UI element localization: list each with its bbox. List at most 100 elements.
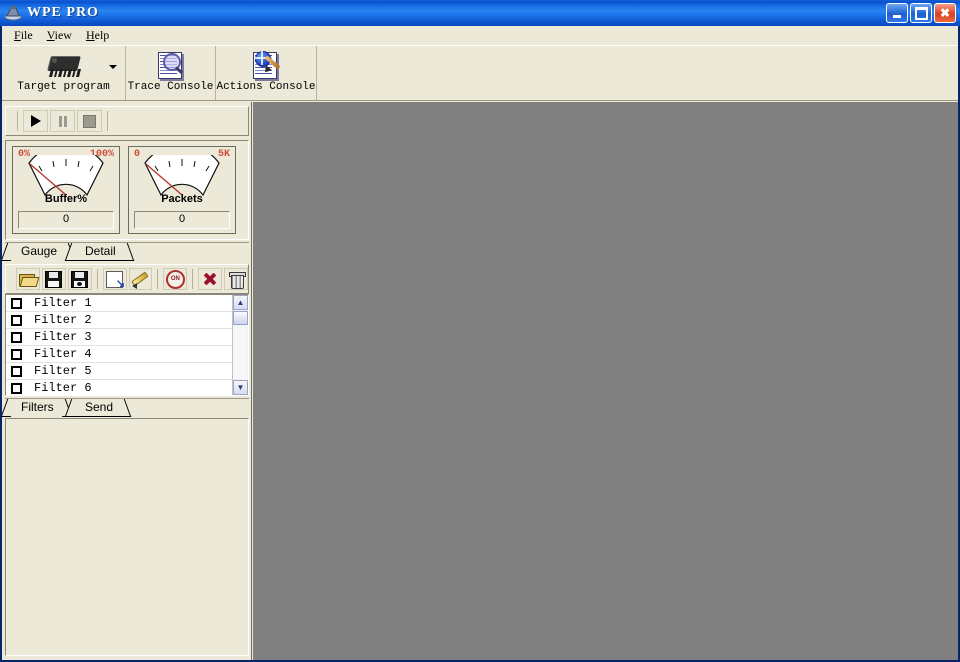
edit-filter-button[interactable] <box>128 268 153 290</box>
menu-view[interactable]: View <box>41 27 80 44</box>
menu-file-rest: ile <box>20 28 33 42</box>
mdi-workspace[interactable] <box>253 102 958 660</box>
filter-checkbox[interactable] <box>11 314 22 326</box>
gauge-packets-value: 0 <box>134 211 230 229</box>
save-as-icon <box>71 270 89 288</box>
minimize-button[interactable] <box>886 3 908 23</box>
list-item[interactable]: Filter 4 <box>6 346 232 363</box>
list-item[interactable]: Filter 2 <box>6 312 232 329</box>
scrollbar-track[interactable] <box>233 326 247 379</box>
filter-label: Filter 2 <box>34 313 92 327</box>
maximize-button[interactable] <box>910 3 932 23</box>
filter-checkbox[interactable] <box>11 348 22 360</box>
toolbar-filler <box>317 46 958 100</box>
tab-gauge[interactable]: Gauge <box>0 243 76 261</box>
delete-filter-button[interactable] <box>224 268 248 290</box>
on-icon: ON <box>165 269 185 289</box>
gauge-tab-strip: Gauge Detail <box>0 242 249 261</box>
filter-checkbox[interactable] <box>11 382 22 394</box>
chip-icon <box>44 49 84 80</box>
menu-bar: File View Help <box>2 26 958 45</box>
toolbar-label-trace-console: Trace Console <box>127 81 214 93</box>
main-toolbar: Target program Trace Console Actions Con… <box>2 45 958 101</box>
actions-console-icon <box>251 49 281 80</box>
capture-toolbar <box>5 106 249 136</box>
start-capture-button[interactable] <box>23 110 48 132</box>
menu-help[interactable]: Help <box>80 27 117 44</box>
tab-filters[interactable]: Filters <box>0 399 72 417</box>
tab-detail[interactable]: Detail <box>64 243 134 261</box>
menu-help-rest: elp <box>94 28 110 42</box>
save-filter-button[interactable] <box>41 268 66 290</box>
window-controls: ✖ <box>886 3 956 23</box>
save-filter-as-button[interactable] <box>67 268 92 290</box>
filter-checkbox[interactable] <box>11 331 22 343</box>
filter-label: Filter 4 <box>34 347 92 361</box>
stop-capture-button[interactable] <box>77 110 102 132</box>
toggle-filter-on-button[interactable]: ON <box>163 268 188 290</box>
filter-label: Filter 1 <box>34 296 92 310</box>
filter-label: Filter 6 <box>34 381 92 395</box>
filters-toolbar-divider-2 <box>157 269 159 289</box>
title-bar: WPE PRO ✖ <box>0 0 960 27</box>
toolbar-label-actions-console: Actions Console <box>216 81 316 93</box>
gauge-buffer-label: Buffer% <box>44 193 88 205</box>
trash-icon <box>228 271 246 289</box>
chevron-up-icon: ▲ <box>236 297 245 307</box>
play-icon <box>30 115 41 127</box>
filter-label: Filter 5 <box>34 364 92 378</box>
chevron-down-icon: ▼ <box>236 382 245 392</box>
filters-tab-strip: Filters Send <box>0 398 249 417</box>
menu-view-accel: V <box>46 28 55 42</box>
bottom-empty-panel <box>5 418 249 656</box>
filter-checkbox[interactable] <box>11 297 22 309</box>
gauge-packets-label: Packets <box>161 193 203 205</box>
menu-file-accel: F <box>14 28 21 42</box>
filters-scrollbar[interactable]: ▲ ▼ <box>232 295 248 395</box>
client-area: File View Help Target program Trace Cons… <box>0 26 958 660</box>
open-filter-button[interactable] <box>16 268 40 290</box>
save-icon <box>45 270 63 288</box>
open-folder-icon <box>19 272 40 287</box>
tab-detail-label: Detail <box>85 244 116 258</box>
toolbar-divider-2 <box>107 111 108 131</box>
import-filter-button[interactable]: ↘ <box>102 268 127 290</box>
toolbar-button-trace-console[interactable]: Trace Console <box>126 46 216 100</box>
scroll-down-button[interactable]: ▼ <box>233 380 248 395</box>
left-dock-panel: 0% 100% Buffer% 0 0 5K Packets 0 Gauge D… <box>0 102 252 660</box>
filters-toolbar-divider <box>96 269 98 289</box>
list-item[interactable]: Filter 1 <box>6 295 232 312</box>
toolbar-button-target-program[interactable]: Target program <box>2 46 126 100</box>
filters-toolbar-divider-3 <box>192 269 194 289</box>
tab-filters-label: Filters <box>21 400 54 414</box>
menu-file[interactable]: File <box>8 27 41 44</box>
toolbar-label-target-program: Target program <box>17 81 110 93</box>
scrollbar-thumb[interactable] <box>233 311 248 325</box>
filters-toolbar: ↘ ON <box>5 264 249 294</box>
red-x-icon <box>203 272 217 286</box>
scroll-up-button[interactable]: ▲ <box>233 295 248 310</box>
tab-gauge-label: Gauge <box>21 244 58 258</box>
gauges-panel: 0% 100% Buffer% 0 0 5K Packets 0 <box>5 140 249 240</box>
stop-icon <box>83 114 96 128</box>
list-item[interactable]: Filter 3 <box>6 329 232 346</box>
tab-send[interactable]: Send <box>64 399 132 417</box>
gauge-packets: 0 5K Packets 0 <box>128 146 236 234</box>
list-item[interactable]: Filter 5 <box>6 363 232 380</box>
toolbar-button-actions-console[interactable]: Actions Console <box>216 46 317 100</box>
filters-list-rows: Filter 1 Filter 2 Filter 3 Filter 4 Filt… <box>6 295 232 395</box>
tab-send-label: Send <box>85 400 114 414</box>
disable-filter-button[interactable] <box>198 268 223 290</box>
gauge-buffer-value: 0 <box>18 211 114 229</box>
pencil-icon <box>131 271 149 289</box>
filter-label: Filter 3 <box>34 330 92 344</box>
filters-list[interactable]: Filter 1 Filter 2 Filter 3 Filter 4 Filt… <box>5 294 249 396</box>
toolbar-divider <box>17 111 18 131</box>
window-title: WPE PRO <box>27 5 99 20</box>
pause-capture-button[interactable] <box>50 110 75 132</box>
close-button[interactable]: ✖ <box>934 3 956 23</box>
list-item[interactable]: Filter 6 <box>6 380 232 395</box>
filter-checkbox[interactable] <box>11 365 22 377</box>
chevron-down-icon[interactable] <box>109 65 117 69</box>
trace-console-icon <box>156 49 186 80</box>
